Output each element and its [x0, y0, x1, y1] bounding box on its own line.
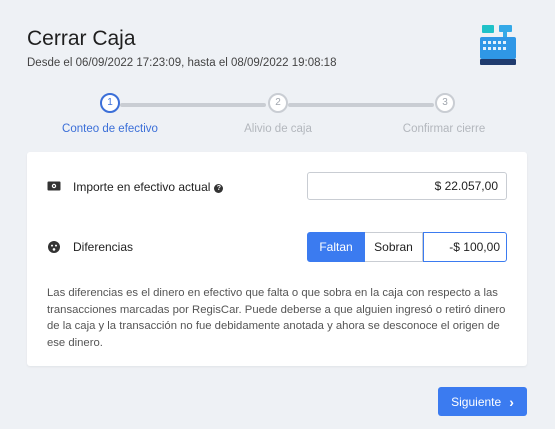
face-icon: [48, 241, 60, 253]
step-connector: [288, 103, 434, 107]
page-title: Cerrar Caja: [27, 27, 136, 50]
step-3-label: Confirmar cierre: [402, 123, 486, 135]
money-bill-icon: [47, 181, 61, 191]
cash-amount-input[interactable]: [307, 172, 507, 200]
difference-amount-input[interactable]: [423, 232, 507, 262]
date-range-subtitle: Desde el 06/09/2022 17:23:09, hasta el 0…: [27, 57, 337, 69]
step-connector: [120, 103, 266, 107]
step-1-label: Conteo de efectivo: [62, 123, 158, 135]
question-circle-icon[interactable]: ?: [214, 184, 224, 193]
cash-register-icon: [480, 25, 516, 65]
next-button-label: Siguiente: [451, 394, 502, 409]
chevron-right-icon: ›: [509, 393, 514, 410]
differences-label: Diferencias: [73, 240, 134, 254]
step-3-circle: 3: [435, 93, 455, 113]
progress-stepper: 1 2 3 Conteo de efectivo Alivio de caja …: [0, 92, 555, 142]
cash-amount-label: Importe en efectivo actual?: [73, 180, 224, 194]
next-button[interactable]: Siguiente ›: [438, 387, 527, 416]
cash-count-card: Importe en efectivo actual? Diferencias …: [27, 152, 527, 366]
differences-description: Las diferencias es el dinero en efectivo…: [47, 287, 506, 349]
cash-amount-label-text: Importe en efectivo actual: [73, 180, 211, 194]
sobran-toggle-button[interactable]: Sobran: [365, 232, 423, 262]
faltan-toggle-button[interactable]: Faltan: [307, 232, 365, 262]
step-2-label: Alivio de caja: [244, 123, 312, 135]
step-1-circle: 1: [100, 93, 120, 113]
step-2-circle: 2: [268, 93, 288, 113]
